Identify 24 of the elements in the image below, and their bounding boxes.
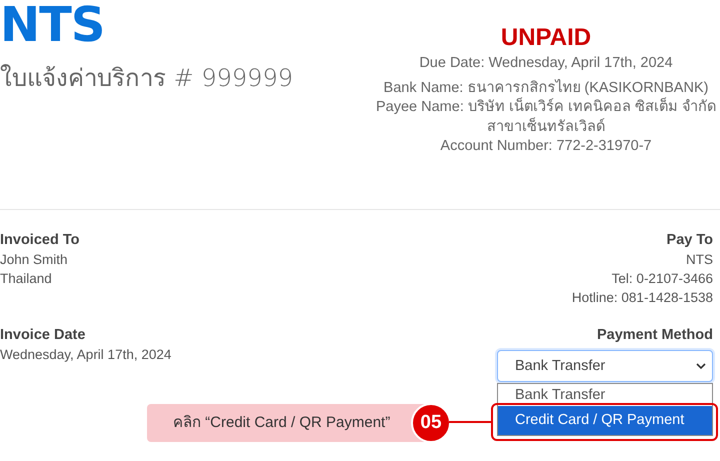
due-date: Due Date: Wednesday, April 17th, 2024 — [419, 54, 673, 73]
section-heading: Payment Method — [596, 326, 713, 345]
section-heading: Pay To — [666, 231, 713, 250]
select-value: Bank Transfer — [515, 358, 606, 374]
payment-info-text: Payee Name: บริษัท เน็ตเวิร์ค เทคนิคอล ซิสเต็ม จำกัด สาขาเซ็นทรัลเวิลด์ — [376, 98, 716, 136]
section-heading: Invoice Date — [0, 326, 86, 345]
step-number-badge: 05 — [411, 403, 451, 443]
info-text: Hotline: 081-1428-1538 — [572, 289, 713, 307]
payment-info-text: Bank Name: ธนาคารกสิกรไทย (KASIKORNBANK) — [384, 78, 708, 97]
info-text: Thailand — [0, 270, 52, 288]
info-text: NTS — [686, 251, 713, 269]
invoice-title: ใบแจ้งค่าบริการ # 999999 — [0, 63, 293, 94]
dropdown-option[interactable]: Bank Transfer — [498, 384, 712, 406]
payment-info-text: Account Number: 772-2-31970-7 — [440, 137, 652, 156]
chevron-down-icon — [696, 362, 706, 370]
logo: NTS — [0, 0, 104, 50]
info-text: Wednesday, April 17th, 2024 — [0, 346, 172, 364]
leader-line — [449, 421, 493, 423]
status-label: UNPAID — [500, 24, 592, 52]
dropdown-option[interactable]: Credit Card / QR Payment — [498, 406, 712, 435]
section-heading: Invoiced To — [0, 231, 80, 250]
info-text: Tel: 0-2107-3466 — [612, 270, 713, 288]
info-text: John Smith — [0, 251, 68, 269]
payment-method-select[interactable]: Bank Transfer — [497, 350, 713, 382]
